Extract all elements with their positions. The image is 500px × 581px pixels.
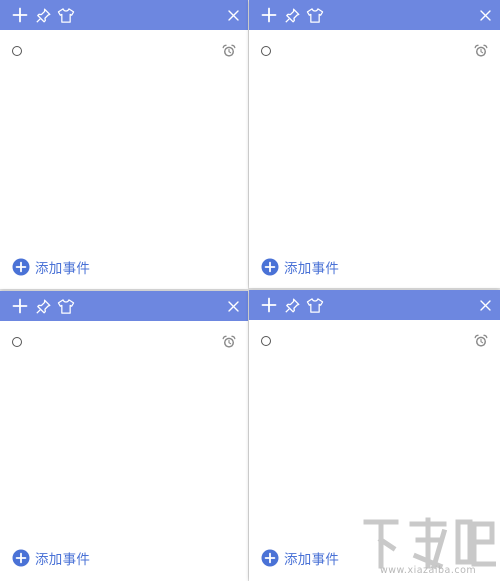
note-toolbar bbox=[0, 0, 248, 30]
add-event-button[interactable]: 添加事件 bbox=[12, 549, 91, 568]
note-toolbar bbox=[249, 290, 500, 320]
alarm-clock-icon[interactable] bbox=[474, 334, 488, 348]
pin-icon[interactable] bbox=[283, 296, 301, 314]
tshirt-icon[interactable] bbox=[306, 6, 324, 24]
task-row bbox=[12, 42, 236, 60]
alarm-clock-icon[interactable] bbox=[222, 44, 236, 58]
sticky-note-bottom-left: 添加事件 bbox=[0, 291, 248, 581]
task-input[interactable] bbox=[279, 42, 474, 60]
plus-icon[interactable] bbox=[11, 6, 29, 24]
watermark-site-url: www.xiazaiba.com bbox=[380, 565, 477, 576]
task-input[interactable] bbox=[30, 42, 222, 60]
close-icon[interactable] bbox=[478, 8, 492, 22]
task-checkbox[interactable] bbox=[261, 336, 271, 346]
add-event-button[interactable]: 添加事件 bbox=[261, 549, 340, 568]
pin-icon[interactable] bbox=[34, 6, 52, 24]
pin-icon[interactable] bbox=[283, 6, 301, 24]
task-row bbox=[12, 333, 236, 351]
task-checkbox[interactable] bbox=[12, 337, 22, 347]
close-icon[interactable] bbox=[226, 8, 240, 22]
plus-icon[interactable] bbox=[11, 297, 29, 315]
tshirt-icon[interactable] bbox=[306, 296, 324, 314]
sticky-note-bottom-right: 添加事件 bbox=[249, 290, 500, 581]
note-toolbar bbox=[249, 0, 500, 30]
sticky-note-top-left: 添加事件 bbox=[0, 0, 248, 289]
close-icon[interactable] bbox=[226, 299, 240, 313]
add-event-label: 添加事件 bbox=[35, 261, 91, 277]
add-circle-icon bbox=[12, 258, 30, 276]
alarm-clock-icon[interactable] bbox=[474, 44, 488, 58]
add-event-label: 添加事件 bbox=[284, 261, 340, 277]
plus-icon[interactable] bbox=[260, 6, 278, 24]
add-event-label: 添加事件 bbox=[35, 552, 91, 568]
alarm-clock-icon[interactable] bbox=[222, 335, 236, 349]
task-input[interactable] bbox=[30, 333, 222, 351]
plus-icon[interactable] bbox=[260, 296, 278, 314]
add-event-label: 添加事件 bbox=[284, 552, 340, 568]
add-circle-icon bbox=[12, 549, 30, 567]
task-checkbox[interactable] bbox=[261, 46, 271, 56]
pin-icon[interactable] bbox=[34, 297, 52, 315]
add-event-button[interactable]: 添加事件 bbox=[12, 258, 91, 277]
task-input[interactable] bbox=[279, 332, 474, 350]
add-event-button[interactable]: 添加事件 bbox=[261, 258, 340, 277]
task-row bbox=[261, 42, 488, 60]
add-circle-icon bbox=[261, 549, 279, 567]
close-icon[interactable] bbox=[478, 298, 492, 312]
add-circle-icon bbox=[261, 258, 279, 276]
task-row bbox=[261, 332, 488, 350]
tshirt-icon[interactable] bbox=[57, 297, 75, 315]
sticky-note-top-right: 添加事件 bbox=[249, 0, 500, 288]
tshirt-icon[interactable] bbox=[57, 6, 75, 24]
task-checkbox[interactable] bbox=[12, 46, 22, 56]
note-toolbar bbox=[0, 291, 248, 321]
